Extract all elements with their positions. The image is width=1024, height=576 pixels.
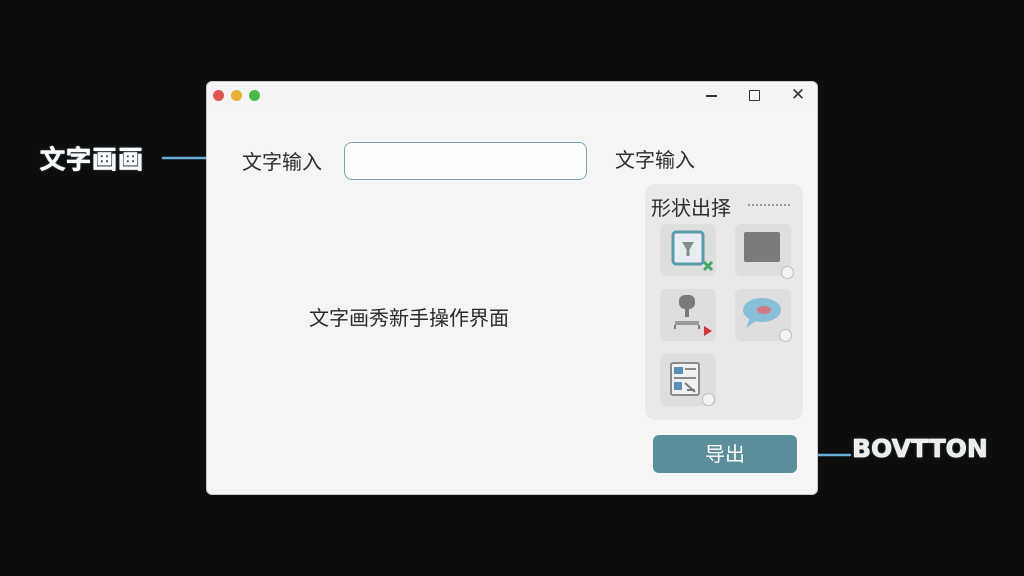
close-traffic-light[interactable] — [213, 90, 224, 101]
shape-option-stamp[interactable] — [660, 289, 716, 341]
title-bar: ✕ — [207, 82, 817, 108]
speech-bubble-radio[interactable] — [779, 329, 792, 342]
minimize-traffic-light[interactable] — [231, 90, 242, 101]
annotation-left-label: 文字画画 — [40, 145, 145, 175]
export-button[interactable]: 导出 — [653, 435, 797, 473]
shape-option-speech-bubble[interactable] — [735, 289, 792, 342]
shape-select-panel: 形状出择 — [645, 184, 803, 420]
zoom-traffic-light[interactable] — [249, 90, 260, 101]
stage: 文字画画 BOVTTON ✕ 文字输入 文字输入 文字画秀新手操作界面 形状出择 — [0, 0, 1024, 576]
shape-option-square[interactable] — [735, 224, 794, 279]
app-window: ✕ 文字输入 文字输入 文字画秀新手操作界面 形状出择 导出 — [207, 82, 817, 494]
close-icon: ✕ — [790, 85, 806, 105]
annotation-button-label: BOVTTON — [852, 434, 988, 464]
square-radio[interactable] — [781, 266, 794, 279]
maximize-button[interactable] — [744, 85, 764, 105]
maximize-icon — [749, 90, 760, 101]
text-input-side-label: 文字输入 — [615, 148, 695, 172]
shape-option-document[interactable] — [660, 354, 716, 406]
document-radio[interactable] — [702, 393, 715, 406]
minimize-button[interactable] — [701, 85, 721, 105]
text-input-field[interactable] — [344, 142, 587, 180]
panel-title-divider — [748, 204, 790, 206]
stamp-icon — [674, 295, 712, 336]
shape-panel-title: 形状出择 — [651, 196, 731, 220]
shape-option-image-frame[interactable] — [660, 224, 716, 276]
main-caption: 文字画秀新手操作界面 — [309, 306, 509, 330]
minimize-icon — [706, 95, 717, 97]
image-frame-icon — [671, 230, 714, 272]
close-button[interactable]: ✕ — [788, 85, 808, 105]
text-input-label: 文字输入 — [242, 150, 322, 174]
